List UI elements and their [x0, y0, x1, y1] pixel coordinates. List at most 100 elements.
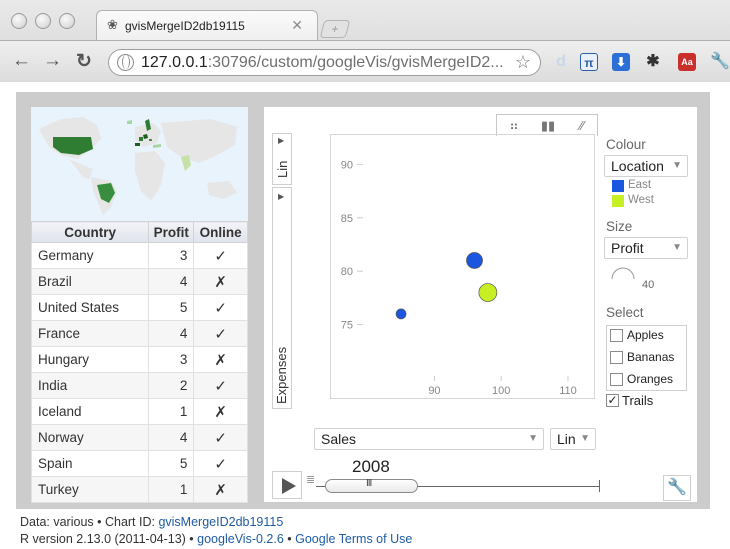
cell-online: ✓ — [193, 450, 248, 477]
cell-profit: 5 — [148, 450, 195, 477]
oranges-checkbox[interactable] — [610, 373, 623, 386]
extension-adobe-icon[interactable]: Aa — [678, 53, 696, 71]
cell-country: Spain — [30, 450, 150, 477]
cell-country: Hungary — [30, 346, 150, 373]
table-row[interactable]: United States 5 ✓ — [30, 294, 248, 321]
column-header-online[interactable]: Online — [193, 221, 248, 243]
cell-country: Germany — [30, 242, 150, 269]
forward-arrow-icon[interactable]: → — [43, 50, 62, 72]
extension-pi-icon[interactable]: π — [580, 53, 598, 71]
speed-control-icon[interactable]: ≣ — [306, 473, 315, 486]
footer-line-2: R version 2.13.0 (2011-04-13) • googleVi… — [20, 532, 412, 546]
world-map-graphic — [39, 117, 237, 215]
chevron-down-icon: ▼ — [580, 433, 590, 444]
x-variable-dropdown[interactable]: Sales ▼ — [314, 428, 544, 450]
minimize-window-button[interactable] — [35, 13, 51, 29]
bananas-checkbox[interactable] — [610, 351, 623, 364]
address-bar[interactable]: 127.0.0.1:30796/custom/googleVis/gvisMer… — [108, 49, 541, 76]
time-slider-thumb[interactable]: III — [325, 478, 418, 493]
table-row[interactable]: India 2 ✓ — [30, 372, 248, 399]
wrench-menu-icon[interactable]: 🔧 — [710, 53, 730, 71]
trails-checkbox[interactable]: ✓ — [606, 394, 619, 407]
chevron-down-icon: ▼ — [672, 242, 682, 253]
y-tick-label: 85 — [341, 213, 353, 225]
geo-map — [31, 107, 248, 221]
cell-profit: 1 — [148, 398, 195, 425]
bubble-point[interactable] — [478, 283, 498, 302]
chart-id-link[interactable]: gvisMergeID2db19115 — [158, 515, 283, 529]
map-hungary[interactable] — [149, 139, 152, 141]
cell-country: Turkey — [30, 476, 150, 503]
select-list: Apples Bananas Oranges — [606, 325, 687, 391]
y-scale-tab[interactable]: ▶ Lin — [272, 133, 292, 185]
apples-checkbox[interactable] — [610, 329, 623, 342]
extension-download-icon[interactable]: ⬇ — [612, 53, 630, 71]
table-row[interactable]: Iceland 1 ✗ — [30, 398, 248, 425]
table-row[interactable]: Hungary 3 ✗ — [30, 346, 248, 373]
cell-profit: 5 — [148, 294, 195, 321]
close-window-button[interactable] — [11, 13, 27, 29]
oranges-label[interactable]: Oranges — [627, 372, 673, 386]
tab-title: gvisMergeID2db19115 — [125, 19, 245, 33]
table-row[interactable]: Turkey 1 ✗ — [30, 476, 248, 503]
cell-online: ✗ — [193, 476, 248, 503]
select-label: Select — [606, 305, 644, 320]
legend-swatch-east — [612, 180, 624, 192]
x-scale-dropdown[interactable]: Lin ▼ — [550, 428, 596, 450]
bubble-point[interactable] — [395, 308, 407, 320]
back-arrow-icon[interactable]: ← — [12, 50, 31, 72]
cell-profit: 4 — [148, 268, 195, 295]
extension-gear-icon[interactable]: ✱ — [644, 53, 662, 71]
new-tab-button[interactable]: + — [319, 20, 351, 38]
play-button[interactable] — [272, 471, 302, 499]
cell-country: France — [30, 320, 150, 347]
x-tick-label: 100 — [492, 385, 510, 397]
column-header-profit[interactable]: Profit — [148, 221, 195, 243]
bananas-label[interactable]: Bananas — [627, 350, 674, 364]
terms-link[interactable]: Google Terms of Use — [295, 532, 412, 546]
bookmark-star-icon[interactable]: ☆ — [515, 52, 531, 73]
map-turkey[interactable] — [153, 144, 161, 148]
bubble-point[interactable] — [466, 252, 483, 269]
country-table: Country Profit Online Germany 3 ✓ Brazil 4 ✗… — [30, 221, 248, 503]
left-panel: Country Profit Online Germany 3 ✓ Brazil 4 ✗… — [30, 107, 248, 503]
map-france[interactable] — [139, 137, 143, 141]
legend-label-west: West — [628, 194, 654, 206]
x-tick-label: 110 — [559, 385, 577, 397]
map-spain[interactable] — [135, 143, 140, 146]
y-variable-tab[interactable]: ▶ Expenses — [272, 187, 292, 409]
x-variable-value: Sales — [321, 431, 357, 447]
address-url: 127.0.0.1:30796/custom/googleVis/gvisMer… — [141, 54, 504, 71]
table-row[interactable]: Germany 3 ✓ — [30, 242, 248, 269]
colour-dropdown[interactable]: Location ▼ — [604, 155, 688, 177]
settings-wrench-icon[interactable]: 🔧 — [663, 475, 691, 501]
chevron-down-icon: ▼ — [528, 433, 538, 444]
table-row[interactable]: Brazil 4 ✗ — [30, 268, 248, 295]
plot-area[interactable]: 75 80 85 90 90 100 110 — [330, 134, 595, 399]
y-tick-label: 75 — [341, 320, 353, 332]
expand-arrow-icon: ▶ — [278, 192, 285, 201]
cell-online: ✗ — [193, 346, 248, 373]
legend-swatch-west — [612, 195, 624, 207]
size-dropdown[interactable]: Profit ▼ — [604, 237, 688, 259]
extension-d-icon[interactable]: d — [552, 53, 570, 71]
table-row[interactable]: Norway 4 ✓ — [30, 424, 248, 451]
size-circle-icon — [611, 267, 635, 280]
cell-online: ✓ — [193, 320, 248, 347]
legend-label-east: East — [628, 179, 652, 191]
tab-close-icon[interactable]: ✕ — [291, 17, 303, 34]
trails-label[interactable]: Trails — [622, 393, 653, 408]
table-row[interactable]: France 4 ✓ — [30, 320, 248, 347]
map-iceland[interactable] — [127, 120, 132, 124]
column-header-country[interactable]: Country — [30, 221, 150, 243]
size-value: 40 — [642, 279, 655, 291]
zoom-window-button[interactable] — [59, 13, 75, 29]
browser-tab[interactable]: ❀ gvisMergeID2db19115 ✕ — [96, 10, 318, 40]
apples-label[interactable]: Apples — [627, 328, 664, 342]
cell-online: ✓ — [193, 372, 248, 399]
reload-icon[interactable]: ↻ — [76, 50, 92, 73]
googlevis-link[interactable]: googleVis-0.2.6 — [197, 532, 284, 546]
colour-label: Colour — [606, 137, 646, 152]
size-label: Size — [606, 219, 633, 234]
table-row[interactable]: Spain 5 ✓ — [30, 450, 248, 477]
